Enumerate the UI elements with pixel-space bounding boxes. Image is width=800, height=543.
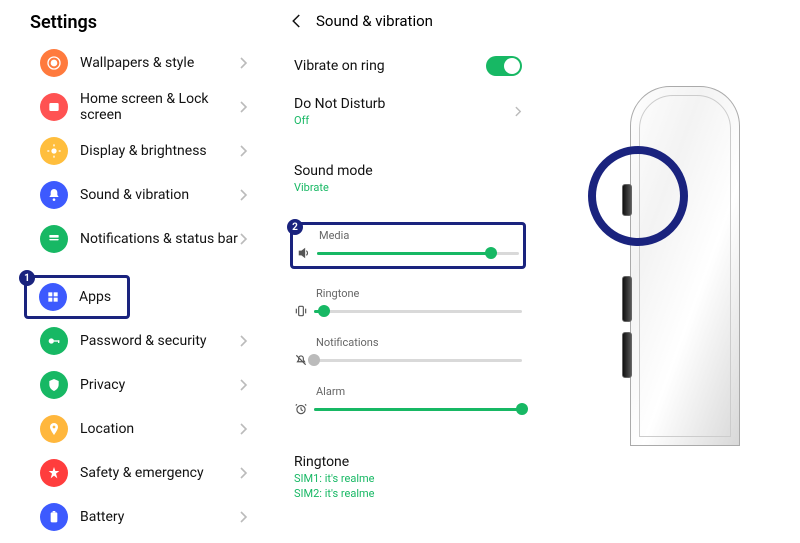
shield-icon xyxy=(40,371,68,399)
settings-item-label: Sound & vibration xyxy=(80,187,240,203)
wallpaper-icon xyxy=(40,49,68,77)
battery-icon xyxy=(40,503,68,531)
chevron-right-icon xyxy=(240,335,248,347)
settings-item-sound[interactable]: Sound & vibration xyxy=(28,173,258,217)
notification-bar-icon xyxy=(40,225,68,253)
phone-illustration-panel xyxy=(536,0,800,543)
annotation-badge-1: 1 xyxy=(19,270,35,286)
chevron-right-icon xyxy=(240,233,248,245)
settings-title: Settings xyxy=(0,8,280,41)
chevron-right-icon xyxy=(240,145,248,157)
settings-item-label: Notifications & status bar xyxy=(80,231,240,247)
chevron-right-icon xyxy=(240,379,248,391)
sound-vibration-panel: Sound & vibration Vibrate on ring Do Not… xyxy=(280,0,536,543)
alarm-slider-label: Alarm xyxy=(316,385,522,398)
sound-mode-row[interactable]: Sound mode Vibrate xyxy=(280,155,536,204)
settings-item-label: Battery xyxy=(80,509,240,525)
phone-body xyxy=(630,86,740,446)
annotation-circle xyxy=(588,146,688,246)
vibrate-on-ring-label: Vibrate on ring xyxy=(294,58,486,74)
apps-icon xyxy=(39,283,67,311)
sv-title: Sound & vibration xyxy=(316,12,433,30)
ringtone-row[interactable]: Ringtone SIM1: it's realme SIM2: it's re… xyxy=(280,444,536,508)
brightness-icon xyxy=(40,137,68,165)
ringtone-slider-label: Ringtone xyxy=(316,287,522,300)
back-arrow-icon[interactable] xyxy=(288,12,306,30)
settings-item-label: Wallpapers & style xyxy=(80,55,240,71)
vibrate-icon xyxy=(294,304,308,318)
location-icon xyxy=(40,415,68,443)
sound-mode-label: Sound mode xyxy=(294,163,522,179)
settings-item-password[interactable]: Password & security xyxy=(28,319,258,363)
media-slider[interactable] xyxy=(317,252,519,255)
home-lock-icon xyxy=(40,93,68,121)
chevron-right-icon xyxy=(240,511,248,523)
sv-header: Sound & vibration xyxy=(280,8,536,46)
settings-item-label: Safety & emergency xyxy=(80,465,240,481)
settings-item-wallpapers[interactable]: Wallpapers & style xyxy=(28,41,258,85)
phone-volume-down xyxy=(622,332,632,378)
settings-item-label: Display & brightness xyxy=(80,143,240,159)
notifications-slider-group: Notifications xyxy=(294,336,522,367)
settings-item-apps[interactable]: 1 Apps xyxy=(24,275,130,319)
ringtone-slider[interactable] xyxy=(314,310,522,313)
phone-illustration xyxy=(600,86,770,446)
settings-item-location[interactable]: Location xyxy=(28,407,258,451)
chevron-right-icon xyxy=(515,106,522,117)
settings-item-homescreen[interactable]: Home screen & Lock screen xyxy=(28,85,258,129)
emergency-icon xyxy=(40,459,68,487)
notifications-slider[interactable] xyxy=(314,359,522,362)
settings-item-display[interactable]: Display & brightness xyxy=(28,129,258,173)
chevron-right-icon xyxy=(240,467,248,479)
settings-item-notifications[interactable]: Notifications & status bar xyxy=(28,217,258,261)
settings-item-label: Location xyxy=(80,421,240,437)
settings-panel: Settings Wallpapers & style Home screen … xyxy=(0,0,280,543)
volume-sliders: 2 Media Ringtone Notifications xyxy=(280,222,536,416)
notifications-slider-label: Notifications xyxy=(316,336,522,349)
bell-icon xyxy=(40,181,68,209)
chevron-right-icon xyxy=(240,423,248,435)
ringtone-sim2: SIM2: it's realme xyxy=(294,487,522,500)
ringtone-sim1: SIM1: it's realme xyxy=(294,472,522,485)
media-slider-label: Media xyxy=(319,229,519,242)
annotation-badge-2: 2 xyxy=(287,219,303,235)
phone-volume-up xyxy=(622,276,632,322)
settings-item-label: Home screen & Lock screen xyxy=(80,91,240,123)
bell-off-icon xyxy=(294,353,308,367)
key-icon xyxy=(40,327,68,355)
ringtone-label: Ringtone xyxy=(294,454,522,470)
chevron-right-icon xyxy=(240,101,248,113)
settings-item-label: Apps xyxy=(79,289,117,305)
dnd-label: Do Not Disturb xyxy=(294,96,515,112)
settings-item-label: Privacy xyxy=(80,377,240,393)
alarm-slider-group: Alarm xyxy=(294,385,522,416)
vibrate-on-ring-row[interactable]: Vibrate on ring xyxy=(280,46,536,86)
speaker-icon xyxy=(297,246,311,260)
settings-item-battery[interactable]: Battery xyxy=(28,495,258,539)
chevron-right-icon xyxy=(240,189,248,201)
sound-mode-sub: Vibrate xyxy=(294,181,522,194)
alarm-icon xyxy=(294,402,308,416)
ringtone-slider-group: Ringtone xyxy=(294,287,522,318)
alarm-slider[interactable] xyxy=(314,408,522,411)
settings-item-label: Password & security xyxy=(80,333,240,349)
dnd-row[interactable]: Do Not Disturb Off xyxy=(280,86,536,137)
dnd-sub: Off xyxy=(294,114,515,127)
media-slider-group: 2 Media xyxy=(290,222,526,269)
chevron-right-icon xyxy=(240,57,248,69)
settings-item-safety[interactable]: Safety & emergency xyxy=(28,451,258,495)
vibrate-on-ring-toggle[interactable] xyxy=(486,56,522,76)
settings-item-privacy[interactable]: Privacy xyxy=(28,363,258,407)
